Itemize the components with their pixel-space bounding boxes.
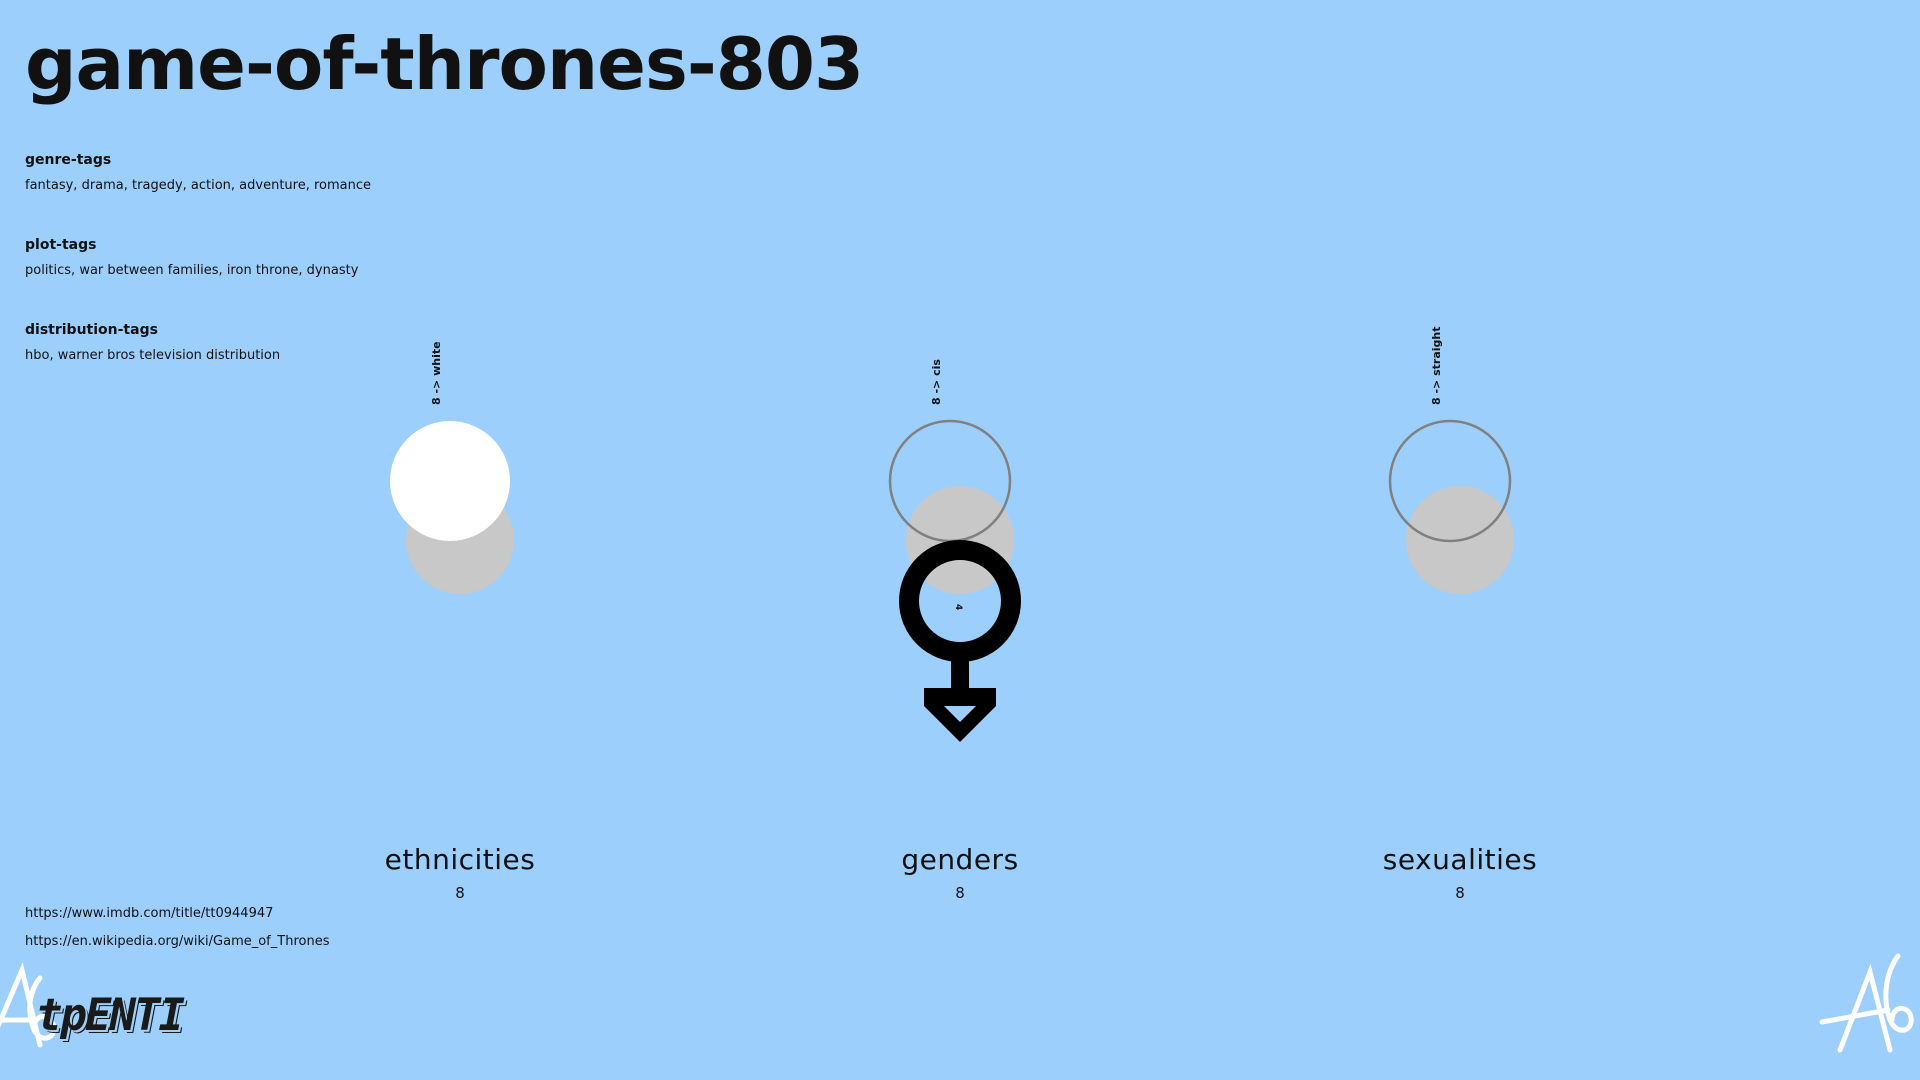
imdb-link[interactable]: https://www.imdb.com/title/tt0944947 bbox=[25, 906, 273, 921]
ethnicities-glyph: 8 -> white bbox=[390, 341, 514, 594]
sexualities-glyph: 8 -> straight bbox=[1388, 327, 1514, 594]
genders-inner-count: 4 bbox=[953, 604, 963, 610]
genders-label: genders bbox=[901, 843, 1019, 876]
identi-logo: tpENTI bbox=[36, 990, 185, 1041]
sexualities-annotation: 8 -> straight bbox=[1430, 327, 1443, 405]
genders-annotation: 8 -> cis bbox=[930, 359, 943, 405]
ethnicities-white-circle bbox=[390, 421, 510, 541]
sexualities-label: sexualities bbox=[1382, 843, 1538, 876]
genders-glyph: 4 8 -> cis bbox=[888, 359, 1021, 742]
ethnicities-label: ethnicities bbox=[384, 843, 536, 876]
wikipedia-link[interactable]: https://en.wikipedia.org/wiki/Game_of_Th… bbox=[25, 934, 329, 949]
sexualities-count: 8 bbox=[1455, 884, 1465, 902]
ethnicities-annotation: 8 -> white bbox=[430, 341, 443, 405]
identity-visualization: 8 -> white 4 8 -> cis 8 -> straight bbox=[390, 327, 1514, 742]
a6-logo-icon bbox=[1819, 953, 1914, 1053]
genders-count: 8 bbox=[955, 884, 965, 902]
ethnicities-count: 8 bbox=[455, 884, 465, 902]
